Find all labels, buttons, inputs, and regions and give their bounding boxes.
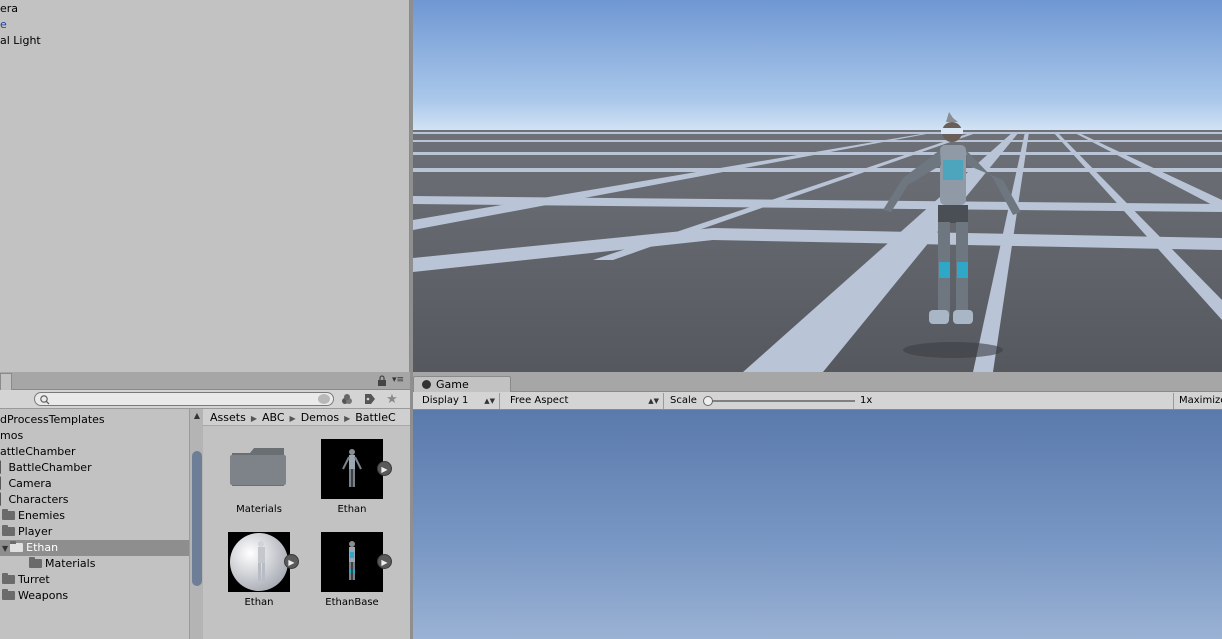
- asset-ethan-model[interactable]: ▶ Ethan: [214, 532, 304, 612]
- aspect-value: Free Aspect: [510, 395, 569, 406]
- tree-item-label: Turret: [18, 573, 50, 586]
- display-dropdown[interactable]: Display 1 ▲▼: [416, 393, 500, 409]
- tree-item-label: Enemies: [18, 509, 65, 522]
- hierarchy-item-directional-light[interactable]: al Light: [0, 33, 41, 49]
- scale-label: Scale: [670, 395, 697, 406]
- tree-item-label: Camera: [8, 477, 52, 490]
- tree-item-battlechamber[interactable]: ▏BattleChamber: [0, 460, 189, 476]
- display-value: Display 1: [422, 395, 469, 406]
- tree-item-player[interactable]: Player: [0, 524, 189, 540]
- tree-item-camera[interactable]: ▏Camera: [0, 476, 189, 492]
- folder-icon: [29, 557, 42, 568]
- filter-by-type-icon[interactable]: [338, 391, 356, 407]
- project-toolbar: ★: [0, 390, 410, 409]
- asset-label: EthanBase: [325, 597, 379, 608]
- tree-item-label: Materials: [45, 557, 96, 570]
- game-tab-bar: Game: [413, 372, 1222, 393]
- folder-icon: [228, 439, 290, 499]
- tree-item-demos[interactable]: mos: [0, 428, 189, 444]
- tab-game[interactable]: Game: [413, 376, 511, 393]
- tree-scrollbar[interactable]: ▲: [189, 409, 203, 639]
- scrollbar-thumb[interactable]: [192, 451, 202, 586]
- panel-menu-icon[interactable]: ▾≡: [392, 375, 406, 387]
- folder-icon: [2, 589, 15, 600]
- asset-ethanbase[interactable]: ▶ EthanBase: [307, 532, 397, 612]
- scene-view[interactable]: [413, 0, 1222, 372]
- search-input[interactable]: [34, 392, 334, 406]
- hierarchy-panel: era e al Light: [0, 0, 410, 372]
- folder-icon: [10, 541, 24, 552]
- folder-icon: [2, 573, 15, 584]
- model-thumbnail: [228, 532, 290, 592]
- asset-label: Ethan: [337, 504, 367, 515]
- tree-item-ethan[interactable]: ▼ Ethan: [0, 540, 189, 556]
- tree-item-label: mos: [0, 429, 24, 442]
- project-folder-tree: dProcessTemplates mos attleChamber ▏Batt…: [0, 409, 189, 639]
- search-clear-icon[interactable]: [318, 394, 330, 404]
- game-toolbar: Display 1 ▲▼ Free Aspect ▲▼ Scale 1x Maxim…: [413, 392, 1222, 410]
- tree-item-label: Characters: [8, 493, 69, 506]
- breadcrumb-demos[interactable]: Demos: [301, 411, 339, 424]
- folder-icon: [2, 509, 15, 520]
- breadcrumb-abc[interactable]: ABC: [262, 411, 285, 424]
- breadcrumb-assets[interactable]: Assets: [210, 411, 246, 424]
- tree-item-postprocess-templates[interactable]: dProcessTemplates: [0, 412, 189, 428]
- scale-slider-track[interactable]: [708, 400, 855, 402]
- dropdown-arrow-icon: ▲▼: [484, 397, 495, 405]
- maximize-on-play-button[interactable]: Maximize: [1173, 393, 1222, 409]
- tree-item-partial[interactable]: ...: [0, 604, 189, 612]
- breadcrumb-separator-icon: ▶: [344, 414, 351, 423]
- breadcrumb-separator-icon: ▶: [289, 414, 296, 423]
- search-icon: [40, 395, 50, 405]
- tree-item-materials[interactable]: Materials: [0, 556, 189, 572]
- lock-icon[interactable]: [376, 375, 388, 387]
- tree-item-battlechamber-root[interactable]: attleChamber: [0, 444, 189, 460]
- tree-item-label: Weapons: [18, 589, 69, 602]
- hierarchy-item-camera[interactable]: era: [0, 1, 18, 17]
- folder-icon: [2, 525, 15, 536]
- tree-item-label: BattleChamber: [8, 461, 92, 474]
- favorites-star-icon[interactable]: ★: [383, 391, 401, 407]
- scene-render: [413, 0, 1222, 372]
- asset-materials-folder[interactable]: Materials: [214, 439, 304, 519]
- project-panel: ▾≡ ★ dProcessTemplates mos attleChamber …: [0, 372, 410, 639]
- aspect-dropdown[interactable]: Free Aspect ▲▼: [504, 393, 664, 409]
- tree-item-turret[interactable]: Turret: [0, 572, 189, 588]
- tree-item-label: Ethan: [26, 541, 59, 554]
- play-preview-icon[interactable]: ▶: [284, 554, 299, 569]
- asset-ethan-prefab[interactable]: ▶ Ethan: [307, 439, 397, 519]
- character-thumbnail: [321, 532, 383, 592]
- asset-browser: Assets ▶ ABC ▶ Demos ▶ BattleC Materials: [203, 409, 410, 639]
- scroll-up-arrow-icon[interactable]: ▲: [190, 411, 204, 421]
- dropdown-arrow-icon: ▲▼: [648, 397, 659, 405]
- character-thumbnail: [321, 439, 383, 499]
- breadcrumb: Assets ▶ ABC ▶ Demos ▶ BattleC: [203, 409, 410, 426]
- tree-item-label: Player: [18, 525, 53, 538]
- scale-value: 1x: [860, 395, 873, 406]
- asset-label: Materials: [236, 504, 282, 515]
- expand-arrow-icon[interactable]: ▼: [2, 544, 8, 553]
- project-tab-bar: ▾≡: [0, 372, 410, 390]
- scale-slider-handle[interactable]: [703, 396, 713, 406]
- filter-by-label-icon[interactable]: [361, 391, 379, 407]
- hierarchy-item-selected[interactable]: e: [0, 17, 7, 33]
- tree-item-label: attleChamber: [0, 445, 76, 458]
- breadcrumb-battlechamber[interactable]: BattleC: [355, 411, 395, 424]
- tree-item-label: ...: [2, 605, 13, 612]
- tree-item-characters[interactable]: ▏Characters: [0, 492, 189, 508]
- game-panel: Game Display 1 ▲▼ Free Aspect ▲▼ Scale 1x …: [413, 372, 1222, 639]
- tree-item-enemies[interactable]: Enemies: [0, 508, 189, 524]
- game-controller-icon: [422, 380, 431, 389]
- play-preview-icon[interactable]: ▶: [377, 461, 392, 476]
- project-tab[interactable]: [0, 373, 12, 390]
- tab-label: Game: [436, 378, 469, 391]
- tree-item-weapons[interactable]: Weapons: [0, 588, 189, 604]
- breadcrumb-separator-icon: ▶: [250, 414, 257, 423]
- asset-label: Ethan: [244, 597, 274, 608]
- play-preview-icon[interactable]: ▶: [377, 554, 392, 569]
- tree-item-label: dProcessTemplates: [0, 413, 105, 426]
- game-viewport[interactable]: [413, 410, 1222, 639]
